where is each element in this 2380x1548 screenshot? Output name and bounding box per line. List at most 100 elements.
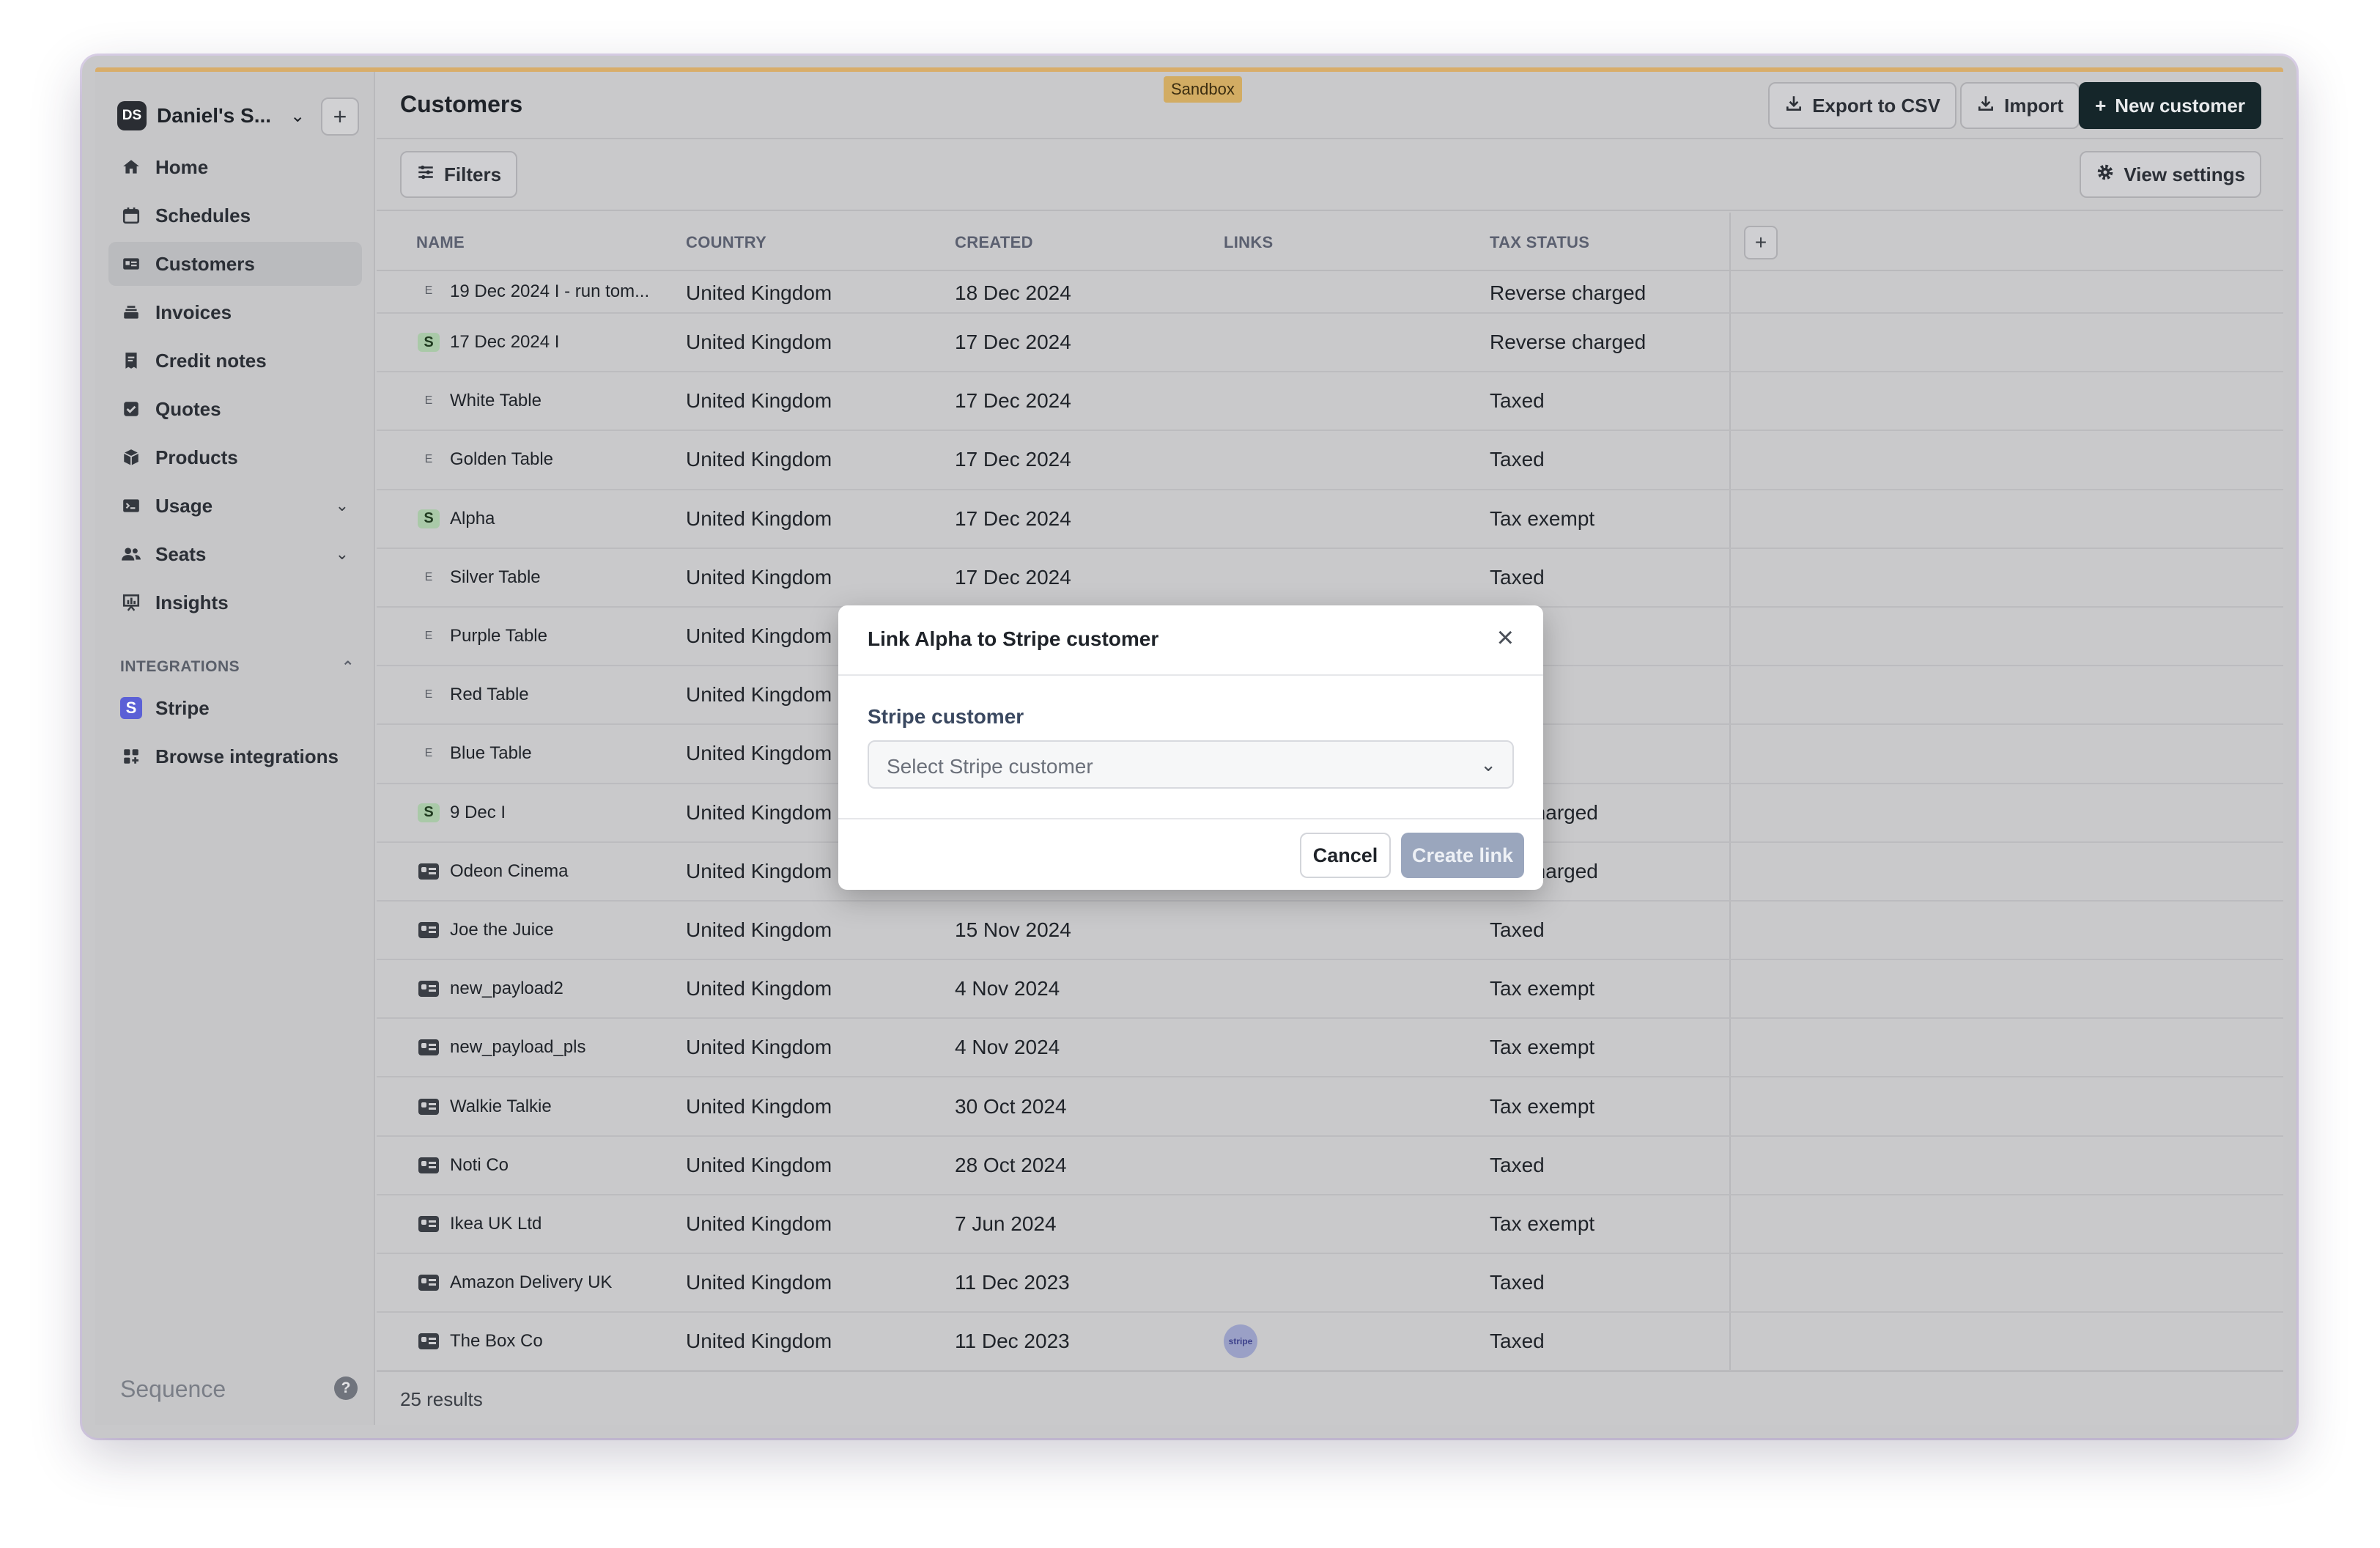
import-button[interactable]: Import [1960, 82, 2080, 129]
export-csv-button[interactable]: Export to CSV [1768, 82, 1956, 129]
sidebar-item-home[interactable]: Home [108, 145, 362, 189]
table-row[interactable]: Amazon Delivery UK United Kingdom 11 Dec 2… [377, 1254, 2283, 1313]
customer-created: 28 Oct 2024 [955, 1153, 1067, 1176]
link-stripe-customer-dialog: Link Alpha to Stripe customer × Stripe c… [838, 605, 1543, 890]
table-footer: 25 results [377, 1371, 2283, 1425]
calendar-icon [120, 204, 142, 226]
sidebar-item-quotes[interactable]: Quotes [108, 387, 362, 431]
filters-button[interactable]: Filters [400, 151, 518, 198]
plus-icon: + [1754, 231, 1767, 254]
table-row[interactable]: Walkie Talkie United Kingdom 30 Oct 2024 Ta… [377, 1077, 2283, 1137]
workspace-avatar: DS [117, 101, 147, 130]
customer-country: United Kingdom [686, 683, 832, 707]
source-letter-icon: E [424, 453, 433, 466]
sidebar-item-products[interactable]: Products [108, 435, 362, 479]
customer-name: new_payload2 [450, 978, 563, 999]
stripe-customer-select[interactable]: Select Stripe customer ⌄ [868, 740, 1514, 789]
column-header-country[interactable]: COUNTRY [686, 233, 766, 252]
close-button[interactable]: × [1497, 623, 1514, 652]
table-row[interactable]: new_payload2 United Kingdom 4 Nov 2024 Tax … [377, 960, 2283, 1020]
help-button[interactable]: ? [334, 1376, 358, 1400]
workspace-switcher[interactable]: DS Daniel's S... ⌄ + [117, 94, 359, 138]
plus-icon: + [333, 103, 347, 130]
customer-name: Odeon Cinema [450, 860, 569, 881]
customer-tax-status: Tax exempt [1490, 1036, 1595, 1059]
customer-tax-status: Tax exempt [1490, 1094, 1595, 1118]
table-row[interactable]: E Silver Table United Kingdom 17 Dec 2024 Ta… [377, 549, 2283, 608]
column-header-tax-status[interactable]: TAX STATUS [1490, 233, 1589, 252]
question-icon: ? [341, 1379, 351, 1396]
table-header: NAME COUNTRY CREATED LINKS TAX STATUS + [377, 213, 2283, 271]
sidebar-item-credit-notes[interactable]: Credit notes [108, 339, 362, 383]
export-csv-label: Export to CSV [1812, 94, 1940, 117]
customer-tax-status: Taxed [1490, 1153, 1545, 1176]
stripe-link-badge[interactable]: stripe [1224, 1324, 1257, 1359]
cancel-button[interactable]: Cancel [1300, 833, 1391, 878]
integrations-section-toggle[interactable]: INTEGRATIONS ⌃ [120, 658, 355, 677]
table-row[interactable]: S Alpha United Kingdom 17 Dec 2024 Tax exemp… [377, 490, 2283, 549]
table-row[interactable]: E 19 Dec 2024 I - run tom... United Kingdo… [377, 271, 2283, 314]
view-settings-button[interactable]: View settings [2080, 151, 2261, 198]
sidebar-item-seats[interactable]: Seats ⌄ [108, 532, 362, 576]
column-header-created[interactable]: CREATED [955, 233, 1033, 252]
select-placeholder: Select Stripe customer [887, 755, 1093, 778]
customer-country: United Kingdom [686, 1330, 832, 1353]
sidebar-item-label: Insights [155, 591, 229, 613]
new-customer-button[interactable]: + New customer [2079, 82, 2261, 129]
table-row[interactable]: Ikea UK Ltd United Kingdom 7 Jun 2024 Tax e… [377, 1195, 2283, 1254]
add-workspace-button[interactable]: + [321, 97, 359, 136]
stripe-source-icon: S [418, 333, 440, 353]
check-square-icon [120, 398, 142, 420]
customer-tax-status: Taxed [1490, 1271, 1545, 1294]
column-header-name[interactable]: NAME [416, 233, 465, 252]
table-row[interactable]: E White Table United Kingdom 17 Dec 2024 Tax… [377, 372, 2283, 432]
stack-icon [120, 301, 142, 323]
chart-icon [120, 591, 142, 613]
id-card-icon [120, 253, 142, 275]
add-column-button[interactable]: + [1744, 226, 1778, 259]
sidebar-item-browse-integrations[interactable]: Browse integrations [108, 734, 362, 778]
source-letter-icon: E [424, 630, 433, 643]
table-row[interactable]: E Golden Table United Kingdom 17 Dec 2024 Ta… [377, 431, 2283, 490]
create-link-button[interactable]: Create link [1401, 833, 1524, 878]
customer-name: Ikea UK Ltd [450, 1213, 542, 1234]
chevron-up-icon: ⌃ [341, 659, 355, 676]
table-row[interactable]: Noti Co United Kingdom 28 Oct 2024 Taxed [377, 1137, 2283, 1195]
sidebar-item-usage[interactable]: Usage ⌄ [108, 484, 362, 528]
table-row[interactable]: new_payload_pls United Kingdom 4 Nov 2024 T… [377, 1019, 2283, 1078]
customer-name: 17 Dec 2024 I [450, 332, 560, 353]
sidebar-item-customers[interactable]: Customers [108, 242, 362, 286]
customer-name: Amazon Delivery UK [450, 1272, 613, 1293]
customer-created: 17 Dec 2024 [955, 448, 1071, 471]
table-toolbar: Filters View settings [377, 139, 2283, 211]
customer-created: 30 Oct 2024 [955, 1094, 1067, 1118]
sidebar-item-invoices[interactable]: Invoices [108, 290, 362, 334]
import-label: Import [2004, 94, 2063, 117]
id-card-icon [418, 1038, 440, 1057]
sidebar-item-schedules[interactable]: Schedules [108, 194, 362, 237]
customer-tax-status: Taxed [1490, 389, 1545, 413]
customer-country: United Kingdom [686, 1271, 832, 1294]
box-icon [120, 446, 142, 468]
source-letter-icon: E [424, 747, 433, 760]
customer-name: 19 Dec 2024 I - run tom... [450, 281, 650, 301]
table-row[interactable]: Joe the Juice United Kingdom 15 Nov 2024 Ta… [377, 902, 2283, 961]
customer-created: 17 Dec 2024 [955, 506, 1071, 530]
filter-icon [416, 163, 435, 187]
new-customer-label: New customer [2115, 94, 2245, 117]
sidebar-item-insights[interactable]: Insights [108, 580, 362, 624]
users-icon [120, 543, 142, 565]
customer-tax-status: Reverse charged [1490, 331, 1647, 354]
customer-tax-status: Taxed [1490, 918, 1545, 941]
sidebar-item-label: Customers [155, 252, 255, 275]
id-card-icon [418, 1215, 440, 1234]
sidebar-item-stripe[interactable]: S Stripe [108, 686, 362, 730]
source-letter-icon: E [424, 688, 433, 701]
customer-tax-status: Reverse charged [1490, 281, 1647, 304]
table-row[interactable]: S 17 Dec 2024 I United Kingdom 17 Dec 2024 R… [377, 314, 2283, 373]
environment-badge: Sandbox [1164, 76, 1242, 103]
customer-created: 17 Dec 2024 [955, 331, 1071, 354]
column-header-links[interactable]: LINKS [1224, 233, 1274, 252]
table-row[interactable]: The Box Co United Kingdom 11 Dec 2023 Taxed… [377, 1313, 2283, 1372]
sidebar-item-label: Stripe [155, 696, 210, 719]
